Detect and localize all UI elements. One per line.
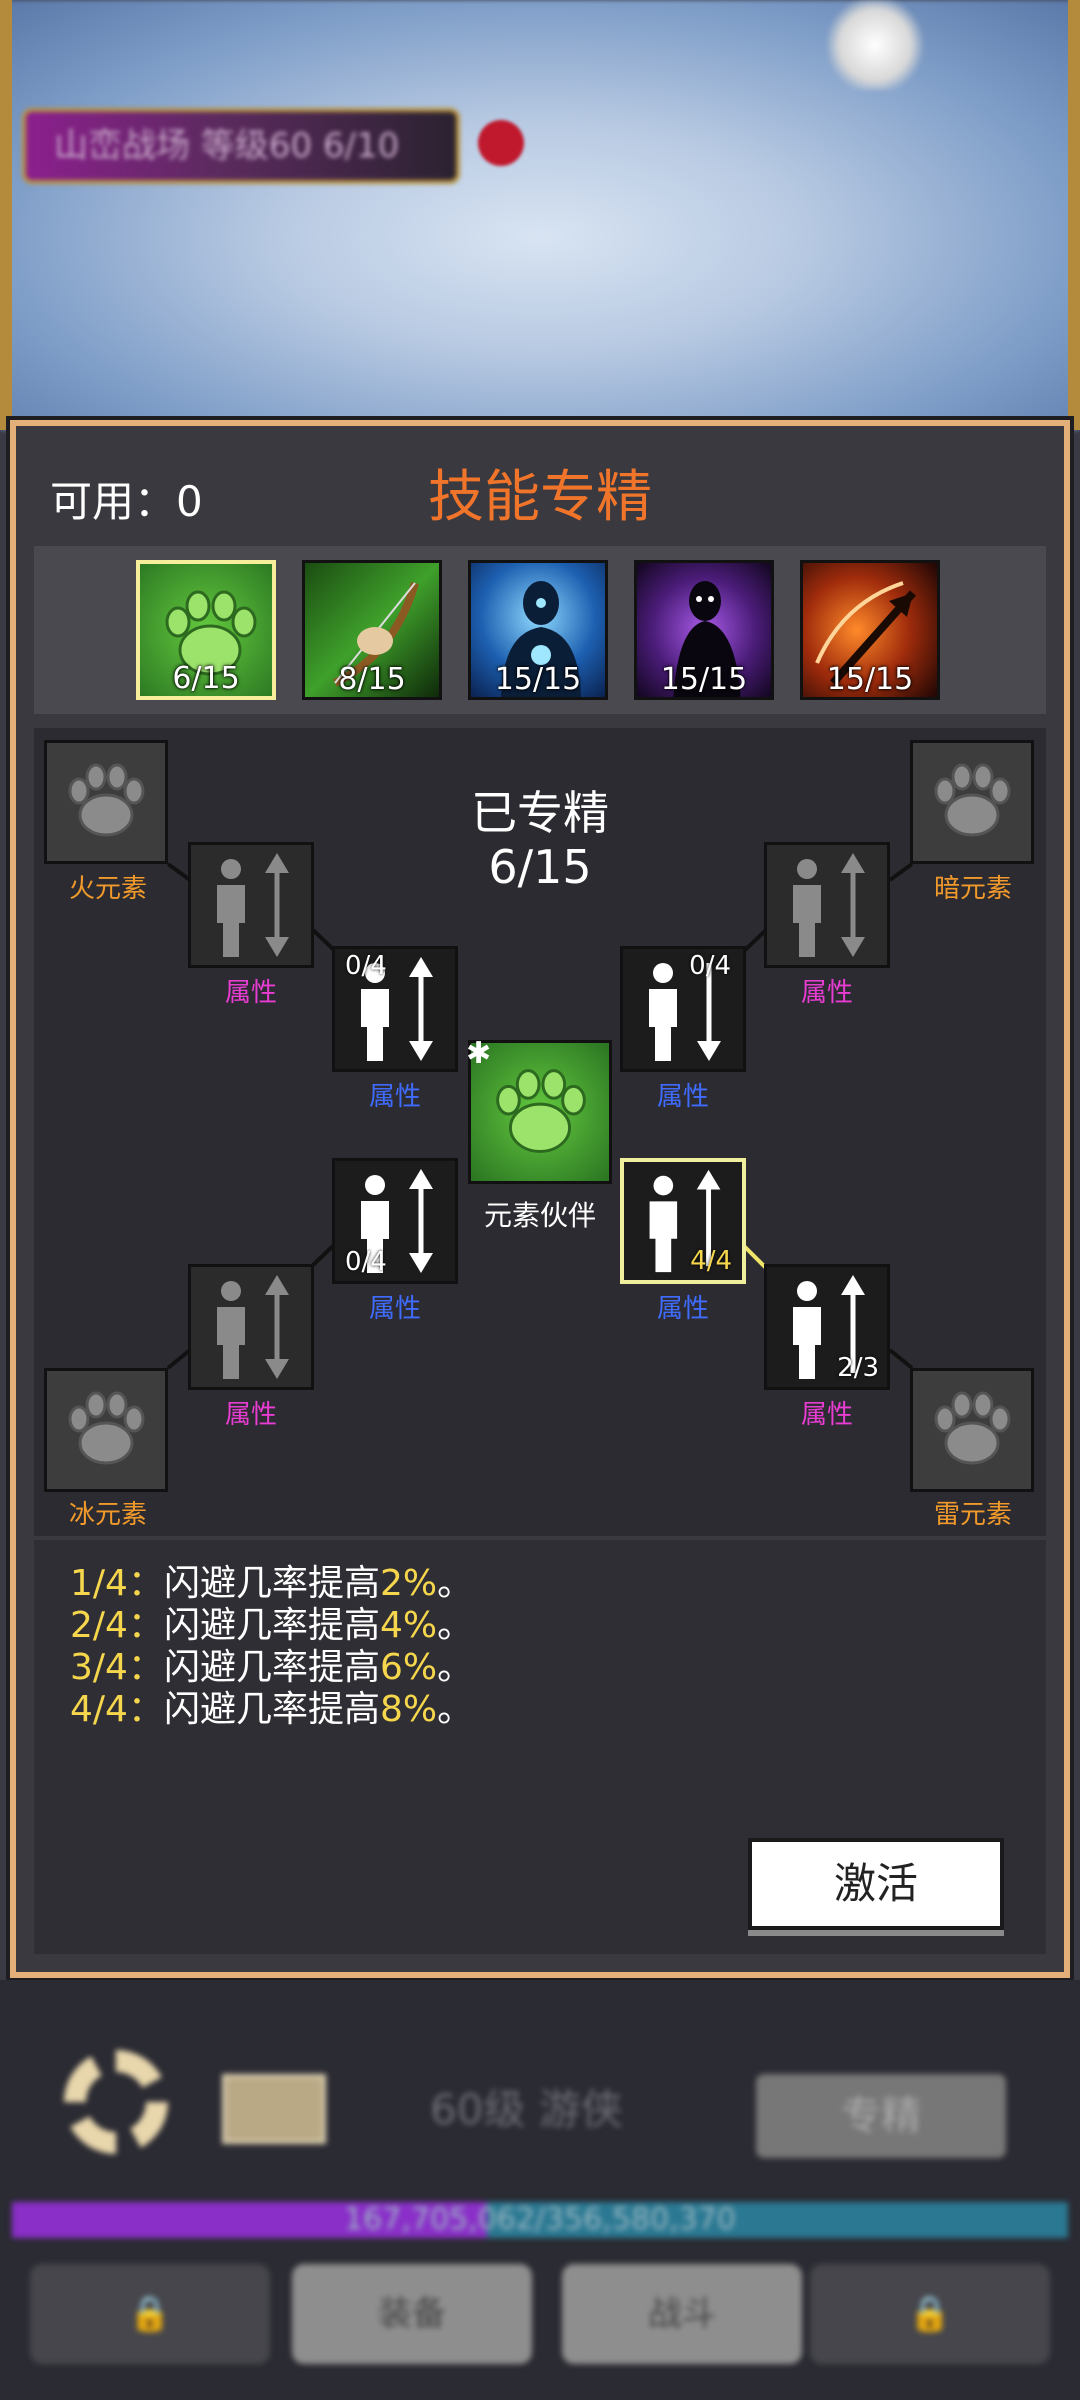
attr-label: 属性 <box>656 1082 709 1112</box>
spec-button[interactable]: 专精 <box>756 2074 1006 2158</box>
attr-node-upper-left-outer[interactable] <box>188 842 314 968</box>
person-arrows-icon <box>217 853 289 957</box>
attr-node-lower-left-outer[interactable] <box>188 1264 314 1390</box>
node-progress: 0/4 <box>689 951 731 981</box>
level-class: 60级 游侠 <box>430 2085 623 2134</box>
xp-text: 167,705,062/356,580,370 <box>344 2202 736 2237</box>
center-node-mark: ✱ <box>466 1036 492 1071</box>
attr-node-lower-right-outer[interactable]: 2/3 <box>764 1264 890 1390</box>
tab-equipment[interactable]: 装备 <box>292 2264 532 2364</box>
person-arrows-icon <box>217 1275 289 1379</box>
attr-label: 属性 <box>800 978 853 1008</box>
bottom-hud: 60级 游侠 专精 167,705,062/356,580,370 🔒 装备 战… <box>0 1980 1080 2400</box>
tab-battle[interactable]: 战斗 <box>562 2264 802 2364</box>
paw-icon <box>68 1391 145 1465</box>
element-label-ice: 冰元素 <box>68 1500 147 1530</box>
attr-label: 属性 <box>656 1294 709 1324</box>
paw-icon <box>934 763 1011 837</box>
tab-locked-right[interactable]: 🔒 <box>810 2264 1050 2364</box>
attr-label: 属性 <box>368 1294 421 1324</box>
element-node-thunder[interactable] <box>910 1368 1034 1492</box>
paw-icon <box>496 1069 586 1153</box>
element-node-dark[interactable] <box>910 740 1034 864</box>
activate-button[interactable]: 激活 <box>748 1838 1004 1930</box>
person-arrows-icon <box>793 853 865 957</box>
element-node-fire[interactable] <box>44 740 168 864</box>
attr-node-upper-right-inner[interactable]: 0/4 <box>620 946 746 1072</box>
node-progress: 0/4 <box>345 1247 387 1277</box>
element-label-dark: 暗元素 <box>933 874 1012 904</box>
attr-label: 属性 <box>224 1400 277 1430</box>
paw-icon <box>68 763 145 837</box>
mail-icon[interactable] <box>222 2074 326 2144</box>
lock-icon: 🔒 <box>128 2294 172 2334</box>
element-label-fire: 火元素 <box>68 874 147 904</box>
attr-node-upper-left-inner[interactable]: 0/4 <box>332 946 458 1072</box>
description-line: 4/4：闪避几率提高8%。 <box>70 1689 474 1730</box>
attr-node-lower-left-inner[interactable]: 0/4 <box>332 1158 458 1284</box>
node-progress: 2/3 <box>837 1353 879 1383</box>
gear-icon[interactable] <box>64 2050 168 2154</box>
attr-label: 属性 <box>368 1082 421 1112</box>
attr-node-upper-right-outer[interactable] <box>764 842 890 968</box>
attr-node-lower-right-inner[interactable]: 4/4 <box>620 1158 746 1284</box>
attr-label: 属性 <box>800 1400 853 1430</box>
attr-label: 属性 <box>224 978 277 1008</box>
tab-locked-left[interactable]: 🔒 <box>30 2264 270 2364</box>
node-progress: 4/4 <box>690 1246 732 1276</box>
xp-bar: 167,705,062/356,580,370 <box>12 2202 1068 2238</box>
lock-icon: 🔒 <box>908 2294 952 2334</box>
node-progress: 0/4 <box>345 951 387 981</box>
center-node-label: 元素伙伴 <box>483 1199 596 1232</box>
element-label-thunder: 雷元素 <box>933 1500 1012 1530</box>
element-node-ice[interactable] <box>44 1368 168 1492</box>
paw-icon <box>934 1391 1011 1465</box>
